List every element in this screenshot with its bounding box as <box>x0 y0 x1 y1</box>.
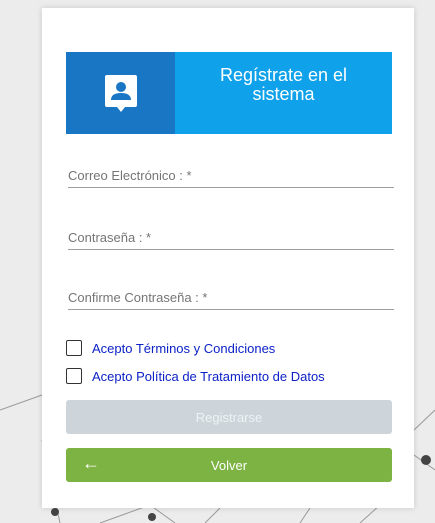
back-button-label: Volver <box>210 457 248 473</box>
terms-checkbox-row[interactable]: Acepto Términos y Condiciones <box>66 340 275 356</box>
register-button-label: Registrarse <box>195 409 263 425</box>
password-field-label: Contraseña : * <box>68 230 152 245</box>
confirm-password-field[interactable]: Confirme Contraseña : * <box>68 290 394 310</box>
back-button[interactable]: ← Volver <box>66 448 392 482</box>
header-title-panel: Regístrate en el sistema <box>175 52 392 134</box>
header-icon-panel <box>66 52 175 134</box>
registration-card: Regístrate en el sistema Correo Electrón… <box>42 8 414 508</box>
terms-label[interactable]: Acepto Términos y Condiciones <box>92 341 275 356</box>
password-field[interactable]: Contraseña : * <box>68 230 394 250</box>
page-title: Regístrate en el sistema <box>219 65 348 104</box>
register-button[interactable]: Registrarse <box>66 400 392 434</box>
policy-checkbox[interactable] <box>66 368 82 384</box>
policy-label[interactable]: Acepto Política de Tratamiento de Datos <box>92 369 325 384</box>
registration-header: Regístrate en el sistema <box>66 52 392 134</box>
confirm-password-field-label: Confirme Contraseña : * <box>68 290 208 305</box>
arrow-left-icon: ← <box>82 453 100 473</box>
email-field-label: Correo Electrónico : * <box>68 168 192 183</box>
terms-checkbox[interactable] <box>66 340 82 356</box>
email-field[interactable]: Correo Electrónico : * <box>68 168 394 188</box>
contact-card-icon <box>104 75 137 112</box>
policy-checkbox-row[interactable]: Acepto Política de Tratamiento de Datos <box>66 368 325 384</box>
